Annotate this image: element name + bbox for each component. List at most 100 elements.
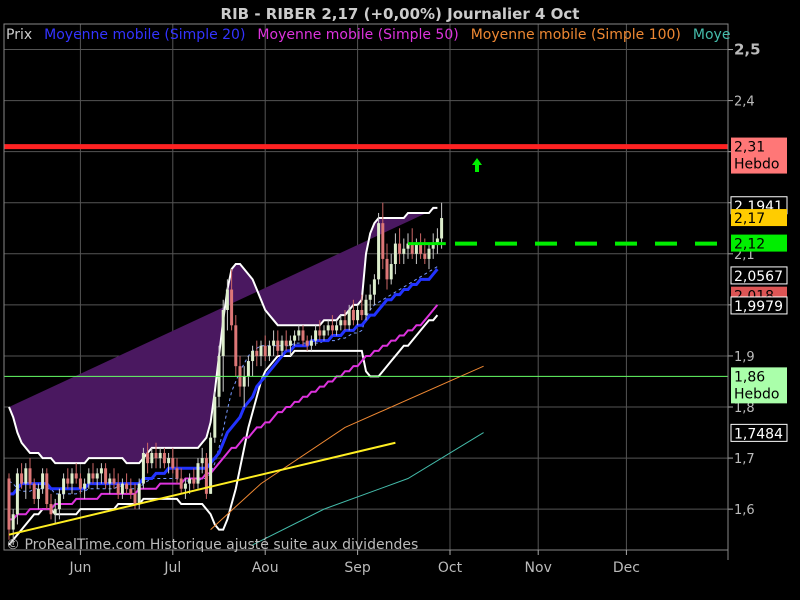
- candle-body: [221, 309, 225, 356]
- candle-body: [393, 243, 397, 265]
- candle-body: [129, 488, 133, 494]
- candle-body: [171, 458, 175, 469]
- candle-body: [20, 473, 24, 484]
- candle-body: [385, 258, 389, 280]
- candle-body: [179, 478, 183, 489]
- candle-body: [389, 264, 393, 280]
- candle-body: [49, 504, 53, 515]
- candle-body: [41, 473, 45, 489]
- candle-body: [246, 361, 250, 377]
- candle-body: [154, 452, 158, 459]
- candle-body: [200, 458, 204, 464]
- candle-body: [330, 325, 334, 331]
- candle-body: [87, 473, 91, 484]
- x-tick-label: Nov: [525, 560, 552, 576]
- y-tick-label: 1,9: [734, 350, 755, 365]
- price-label-value: 2,0567: [734, 269, 783, 285]
- candle-body: [108, 478, 112, 484]
- candle-body: [297, 330, 301, 336]
- candle-body: [372, 279, 376, 295]
- candle-body: [66, 478, 70, 484]
- candle-body: [255, 350, 259, 356]
- candle-body: [188, 478, 192, 484]
- candle-body: [377, 223, 381, 280]
- x-tick-label: Dec: [613, 560, 640, 576]
- candle-body: [305, 340, 309, 346]
- candle-body: [133, 493, 137, 505]
- candle-body: [11, 514, 15, 530]
- candle-body: [70, 473, 74, 484]
- candle-body: [137, 483, 141, 505]
- candle-body: [183, 483, 187, 489]
- legend-entry: Moye: [693, 27, 731, 43]
- candle-body: [267, 345, 271, 356]
- candle-body: [419, 243, 423, 254]
- candle-body: [162, 452, 166, 464]
- candle-body: [360, 309, 364, 316]
- candle-body: [398, 243, 402, 254]
- x-tick-label: Jul: [163, 560, 181, 576]
- candle-body: [410, 243, 414, 254]
- price-chart: RIB - RIBER 2,17 (+0,00%) Journalier 4 O…: [0, 0, 800, 600]
- candle-body: [326, 325, 330, 331]
- watermark: © ProRealTime.com Historique ajusté suit…: [6, 537, 418, 553]
- candle-body: [24, 468, 28, 484]
- candle-body: [293, 335, 297, 341]
- candle-body: [213, 396, 217, 438]
- candle-body: [104, 468, 108, 484]
- candle-body: [423, 253, 427, 259]
- legend-entry: Moyenne mobile (Simple 20): [44, 27, 245, 43]
- candle-body: [343, 320, 347, 326]
- candle-body: [414, 243, 418, 254]
- candle-body: [259, 345, 263, 356]
- candle-body: [339, 320, 343, 326]
- candle-body: [62, 478, 66, 494]
- candle-body: [225, 289, 229, 310]
- candle-body: [120, 483, 124, 494]
- candle-body: [301, 330, 305, 341]
- candle-body: [28, 468, 32, 484]
- candle-body: [74, 473, 78, 479]
- candle-body: [427, 248, 431, 259]
- candle-body: [116, 483, 120, 494]
- price-label-value: 1,86: [734, 369, 765, 385]
- price-label-value: 2,17: [734, 211, 765, 227]
- candle-body: [276, 340, 280, 351]
- candle-body: [318, 330, 322, 336]
- candle-body: [99, 468, 103, 474]
- y-tick-label: 1,6: [734, 503, 755, 518]
- candle-body: [234, 325, 238, 367]
- candle-body: [196, 463, 200, 484]
- price-label-value: 2,31: [734, 140, 765, 156]
- y-tick-label: 2,4: [734, 95, 755, 110]
- candle-body: [288, 340, 292, 346]
- chart-background: [0, 0, 800, 600]
- legend-entry: Moyenne mobile (Simple 50): [257, 27, 458, 43]
- candle-body: [32, 483, 36, 499]
- candle-body: [356, 309, 360, 321]
- candle-body: [402, 248, 406, 254]
- candle-body: [45, 473, 49, 505]
- price-label-value: 1,7484: [734, 426, 783, 442]
- candle-body: [167, 458, 171, 464]
- candle-body: [309, 340, 313, 346]
- candle-body: [158, 452, 162, 459]
- price-label-sub: Hebdo: [734, 386, 779, 402]
- candle-body: [36, 488, 40, 499]
- candle-body: [175, 468, 179, 479]
- candle-body: [347, 309, 351, 326]
- x-tick-label: Oct: [438, 560, 463, 576]
- candle-body: [314, 330, 318, 341]
- x-tick-label: Aou: [252, 560, 279, 576]
- candle-body: [83, 483, 87, 489]
- candle-body: [112, 478, 116, 484]
- candle-body: [440, 218, 444, 239]
- price-label-sub: Hebdo: [734, 157, 779, 173]
- candle-body: [242, 376, 246, 387]
- y-tick-label: 1,7: [734, 452, 755, 467]
- legend-entry: Prix: [6, 27, 32, 43]
- candle-body: [364, 299, 368, 316]
- candle-body: [146, 452, 150, 464]
- candle-body: [192, 478, 196, 484]
- legend-entry: Moyenne mobile (Simple 100): [471, 27, 681, 43]
